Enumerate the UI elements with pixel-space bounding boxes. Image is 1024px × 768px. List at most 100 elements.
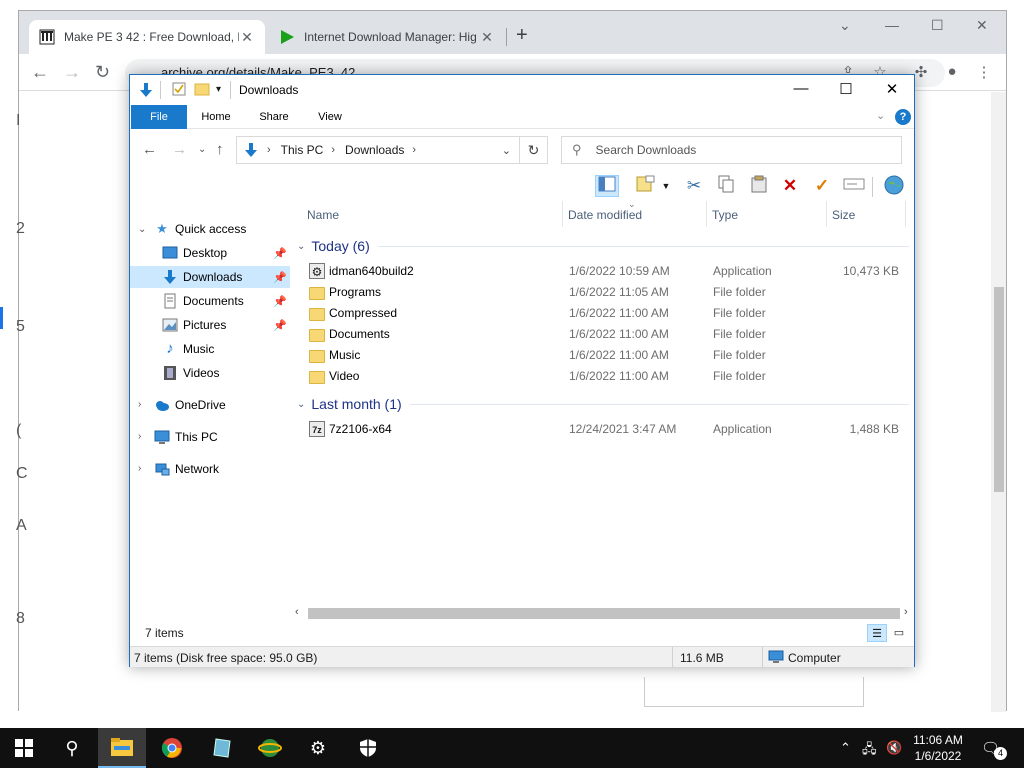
column-name[interactable]: Name <box>307 208 339 222</box>
file-row[interactable]: 7z 7z2106-x64 12/24/2021 3:47 AM Applica… <box>297 419 909 440</box>
pin-icon[interactable]: 📌 <box>273 271 287 284</box>
maximize-button[interactable]: ☐ <box>836 80 856 98</box>
preview-pane-icon[interactable] <box>595 175 619 197</box>
column-size[interactable]: Size <box>832 208 855 222</box>
pin-icon[interactable]: 📌 <box>273 247 287 260</box>
column-separator[interactable] <box>562 201 563 227</box>
start-button[interactable] <box>0 728 48 768</box>
tab-share[interactable]: Share <box>252 105 296 129</box>
column-type[interactable]: Type <box>712 208 738 222</box>
taskbar-idm[interactable] <box>246 728 294 768</box>
breadcrumb-separator[interactable]: › <box>267 144 271 156</box>
new-folder-icon[interactable] <box>194 82 210 96</box>
qat-dropdown-icon[interactable]: ▾ <box>216 84 221 95</box>
properties-icon[interactable] <box>172 82 186 96</box>
scroll-thumb[interactable] <box>308 608 900 619</box>
file-row[interactable]: ⚙ idman640build2 1/6/2022 10:59 AM Appli… <box>297 261 909 282</box>
breadcrumb-downloads[interactable]: Downloads <box>345 143 404 157</box>
tab-make-pe[interactable]: Make PE 3 42 : Free Download, B ✕ <box>29 20 265 54</box>
dropdown-icon[interactable]: ▼ <box>660 175 672 197</box>
back-icon[interactable]: ← <box>31 62 49 83</box>
pin-icon[interactable]: 📌 <box>273 295 287 308</box>
chevron-down-icon[interactable]: ⌄ <box>297 399 305 410</box>
nav-pictures[interactable]: Pictures 📌 <box>130 314 290 336</box>
forward-icon[interactable]: → <box>63 62 81 83</box>
nav-network[interactable]: › Network <box>130 458 290 480</box>
scroll-left-icon[interactable]: ‹ <box>295 606 299 618</box>
tab-file[interactable]: File <box>131 105 187 129</box>
large-icons-view-icon[interactable]: ▭ <box>889 624 909 642</box>
menu-icon[interactable]: ⋮ <box>975 63 993 81</box>
close-tab-icon[interactable]: ✕ <box>479 29 495 46</box>
forward-icon[interactable]: → <box>172 141 187 158</box>
taskbar-file-explorer[interactable] <box>98 728 146 768</box>
close-button[interactable]: ✕ <box>882 80 902 98</box>
file-row[interactable]: Music 1/6/2022 11:00 AM File folder <box>297 345 909 366</box>
refresh-icon[interactable]: ↻ <box>519 137 547 163</box>
new-tab-button[interactable]: + <box>516 24 528 47</box>
breadcrumb-this-pc[interactable]: This PC <box>281 143 324 157</box>
file-row[interactable]: Video 1/6/2022 11:00 AM File folder <box>297 366 909 387</box>
column-separator[interactable] <box>905 201 906 227</box>
column-date[interactable]: Date modified <box>568 208 642 222</box>
delete-icon[interactable]: ✕ <box>778 175 802 197</box>
chevron-right-icon[interactable]: › <box>138 431 141 442</box>
page-scrollbar[interactable] <box>991 92 1006 712</box>
reload-icon[interactable]: ↻ <box>95 62 110 83</box>
address-dropdown-icon[interactable]: ⌄ <box>502 144 511 157</box>
breadcrumb-separator[interactable]: › <box>412 144 416 156</box>
chevron-down-icon[interactable]: ⌄ <box>138 224 146 235</box>
note-icon[interactable] <box>634 175 658 197</box>
network-tray-icon[interactable]: 🖧 <box>862 740 877 762</box>
chevron-right-icon[interactable]: › <box>138 399 141 410</box>
nav-onedrive[interactable]: › OneDrive <box>130 394 290 416</box>
tab-home[interactable]: Home <box>194 105 238 129</box>
taskbar-chrome[interactable] <box>148 728 196 768</box>
address-box[interactable]: › This PC › Downloads › ⌄ ↻ <box>236 136 548 164</box>
up-icon[interactable]: ↑ <box>216 141 224 158</box>
tab-search-icon[interactable]: ⌄ <box>839 17 851 34</box>
profile-icon[interactable]: ● <box>943 63 961 81</box>
nav-desktop[interactable]: Desktop 📌 <box>130 242 290 264</box>
globe-icon[interactable] <box>882 175 906 197</box>
column-separator[interactable] <box>826 201 827 227</box>
recent-locations-icon[interactable]: ⌄ <box>198 144 206 155</box>
scroll-thumb[interactable] <box>994 287 1004 492</box>
taskbar-settings[interactable]: ⚙ <box>294 728 342 768</box>
pin-icon[interactable]: 📌 <box>273 319 287 332</box>
help-icon[interactable]: ? <box>895 109 911 125</box>
copy-icon[interactable] <box>714 175 738 197</box>
cut-icon[interactable]: ✂ <box>682 175 706 197</box>
nav-music[interactable]: ♪ Music <box>130 338 290 360</box>
group-today[interactable]: ⌄ Today (6) <box>297 235 909 257</box>
back-icon[interactable]: ← <box>142 141 157 158</box>
close-tab-icon[interactable]: ✕ <box>239 29 255 46</box>
maximize-icon[interactable]: ☐ <box>931 17 944 34</box>
details-view-icon[interactable]: ☰ <box>867 624 887 642</box>
scroll-right-icon[interactable]: › <box>904 606 908 618</box>
nav-downloads[interactable]: Downloads 📌 <box>130 266 290 288</box>
clock[interactable]: 11:06 AM 1/6/2022 <box>903 732 973 764</box>
nav-this-pc[interactable]: › This PC <box>130 426 290 448</box>
horizontal-scrollbar[interactable]: ‹ › <box>293 605 915 622</box>
show-hidden-icons[interactable]: ⌃ <box>840 740 851 756</box>
column-separator[interactable] <box>706 201 707 227</box>
search-button[interactable]: ⚲ <box>48 728 96 768</box>
chevron-right-icon[interactable]: › <box>138 463 141 474</box>
paste-icon[interactable] <box>747 175 771 197</box>
nav-videos[interactable]: Videos <box>130 362 290 384</box>
file-row[interactable]: Documents 1/6/2022 11:00 AM File folder <box>297 324 909 345</box>
close-icon[interactable]: ✕ <box>976 17 988 34</box>
group-last-month[interactable]: ⌄ Last month (1) <box>297 393 909 415</box>
minimize-button[interactable]: — <box>791 80 811 97</box>
volume-muted-icon[interactable]: 🔇 <box>886 740 902 756</box>
chevron-down-icon[interactable]: ⌄ <box>297 241 305 252</box>
minimize-icon[interactable]: — <box>885 17 899 33</box>
tab-idm[interactable]: Internet Download Manager: Hig ✕ <box>269 20 505 54</box>
file-row[interactable]: Programs 1/6/2022 11:05 AM File folder <box>297 282 909 303</box>
breadcrumb-separator[interactable]: › <box>331 144 335 156</box>
nav-documents[interactable]: Documents 📌 <box>130 290 290 312</box>
taskbar-app[interactable] <box>198 728 246 768</box>
expand-ribbon-icon[interactable]: ⌄ <box>876 109 885 122</box>
file-row[interactable]: Compressed 1/6/2022 11:00 AM File folder <box>297 303 909 324</box>
